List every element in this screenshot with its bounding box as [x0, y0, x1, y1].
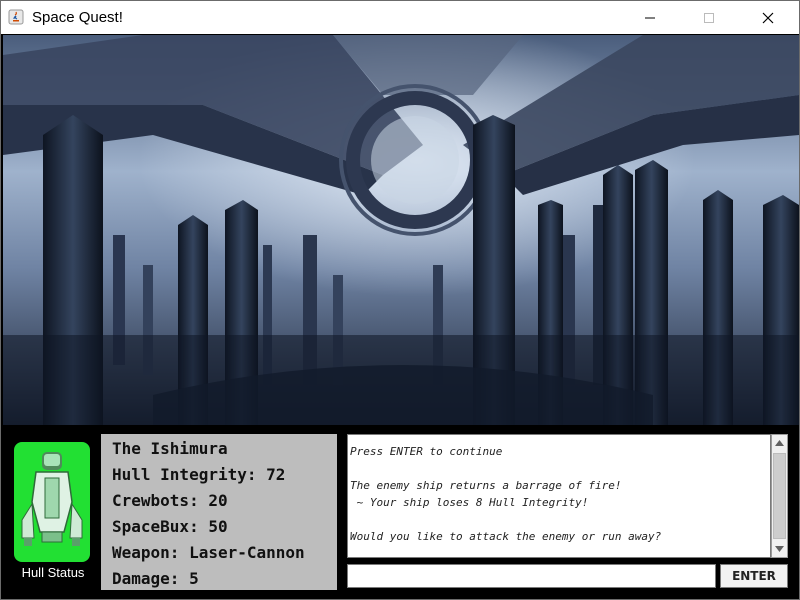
scroll-down-icon — [775, 546, 784, 552]
hull-status-label: Hull Status — [21, 565, 85, 580]
log-scrollbar[interactable] — [771, 434, 788, 558]
minimize-button[interactable] — [627, 1, 673, 34]
crewbots-stat: Crewbots: 20 — [112, 491, 228, 510]
damage-stat: Damage: 5 — [112, 569, 199, 588]
close-button[interactable] — [745, 1, 791, 34]
ship-stats-panel: The Ishimura Hull Integrity: 72 Crewbots… — [101, 434, 337, 590]
spacebux-stat: SpaceBux: 50 — [112, 517, 228, 536]
city-scene-image — [3, 35, 799, 425]
scroll-up-icon — [775, 440, 784, 446]
log-line: Press ENTER to continue — [350, 445, 503, 458]
status-panel: Hull Status The Ishimura Hull Integrity:… — [3, 425, 799, 599]
scroll-down-button[interactable] — [772, 541, 787, 557]
hull-integrity-stat: Hull Integrity: 72 — [112, 465, 286, 484]
enter-button[interactable]: ENTER — [720, 564, 788, 588]
close-icon — [762, 12, 774, 23]
maximize-button[interactable] — [686, 1, 732, 34]
command-input[interactable] — [347, 564, 716, 588]
minimize-icon — [645, 17, 655, 18]
hull-status-indicator — [14, 442, 90, 562]
weapon-stat: Weapon: Laser-Cannon — [112, 543, 305, 562]
scrollbar-thumb[interactable] — [773, 453, 786, 539]
maximize-icon — [704, 12, 714, 23]
game-window: Space Quest! Hull Status The Ishimura Hu… — [0, 0, 800, 600]
spaceship-icon — [21, 452, 83, 546]
ship-name: The Ishimura — [112, 439, 228, 458]
message-log[interactable]: Press ENTER to continue The enemy ship r… — [347, 434, 771, 558]
scroll-up-button[interactable] — [772, 435, 787, 451]
log-line: Would you like to attack the enemy or ru… — [350, 530, 662, 543]
log-line: The enemy ship returns a barrage of fire… — [350, 479, 622, 492]
log-line: ~ Your ship loses 8 Hull Integrity! — [350, 496, 589, 509]
title-bar: Space Quest! — [1, 1, 799, 34]
window-title: Space Quest! — [32, 9, 123, 26]
java-app-icon — [8, 9, 24, 25]
